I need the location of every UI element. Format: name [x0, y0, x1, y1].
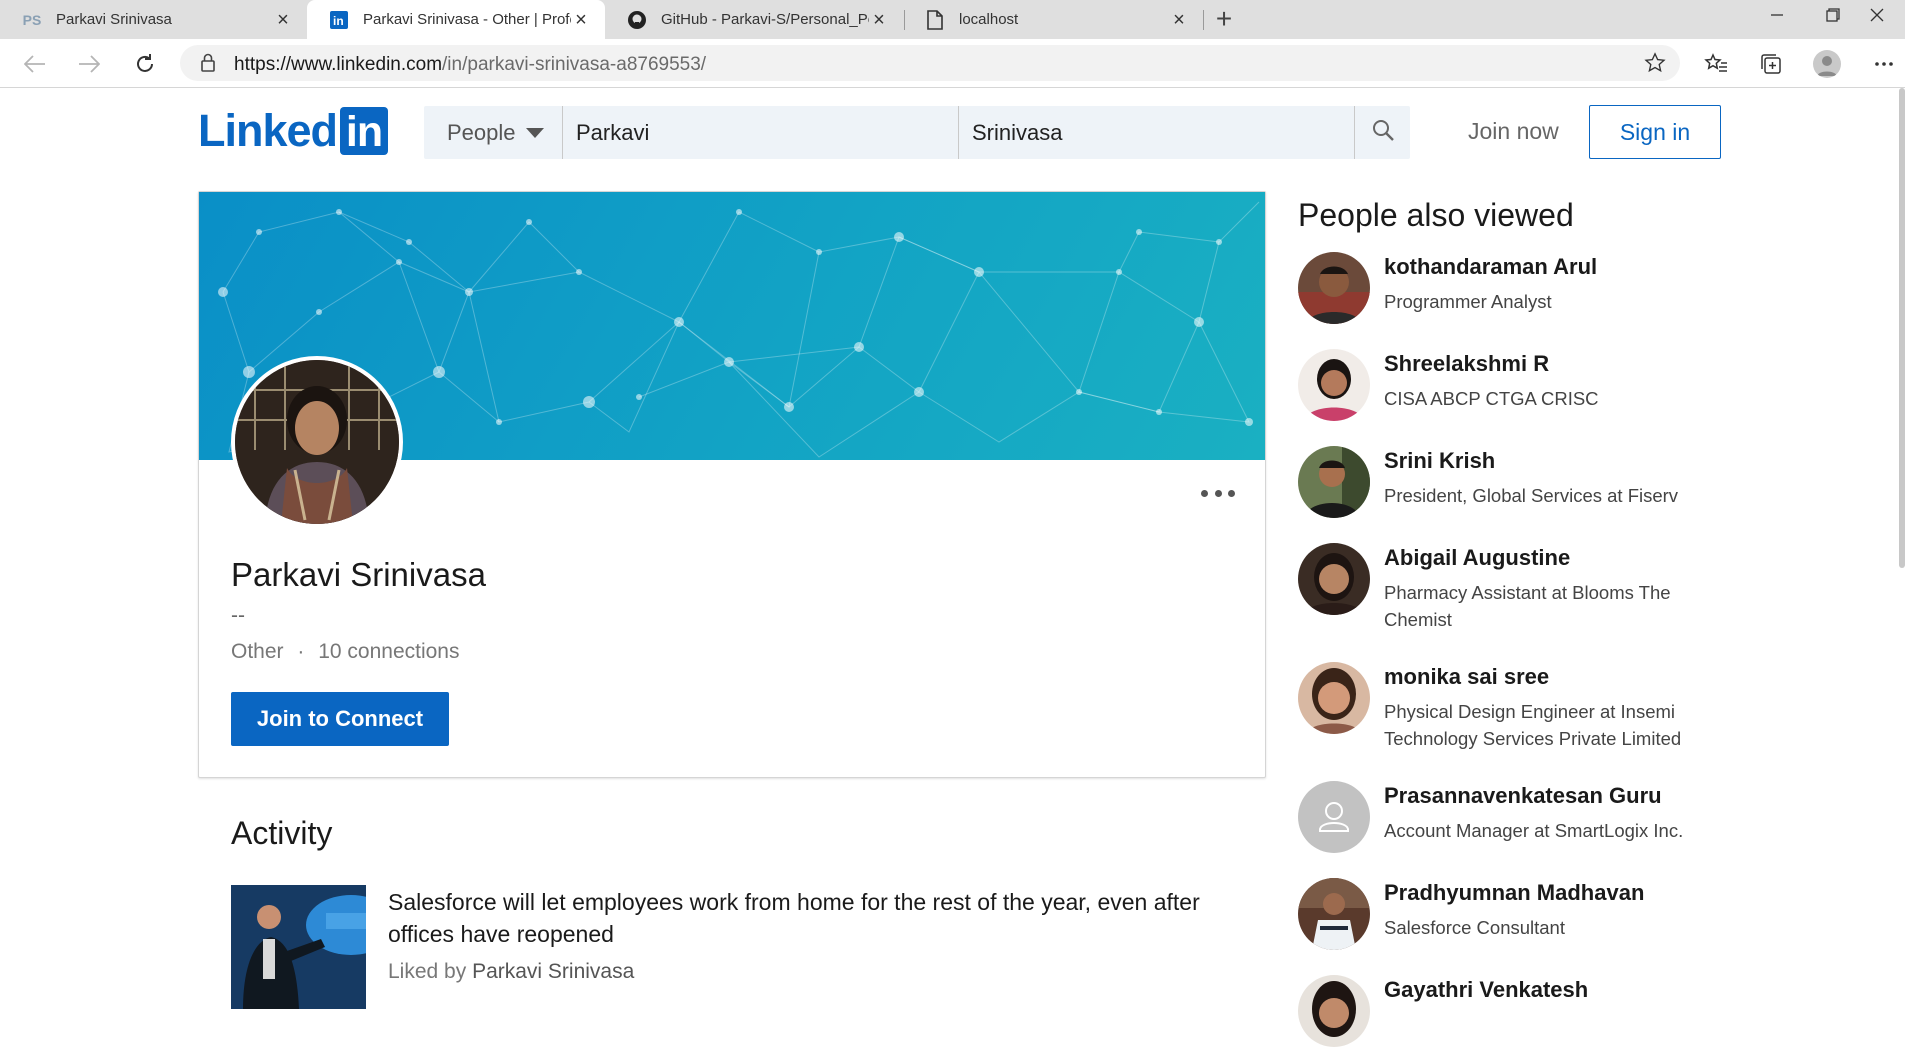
- person-name[interactable]: Pradhyumnan Madhavan: [1384, 880, 1644, 906]
- tab-title: GitHub - Parkavi-S/Personal_Portfolio: [661, 11, 869, 28]
- avatar[interactable]: [1298, 446, 1370, 518]
- browser-toolbar: https://www.linkedin.com/in/parkavi-srin…: [0, 39, 1905, 88]
- person-name[interactable]: monika sai sree: [1384, 664, 1549, 690]
- close-window-icon[interactable]: [1849, 0, 1905, 30]
- person-name[interactable]: Shreelakshmi R: [1384, 351, 1549, 377]
- browser-tab-strip: PS Parkavi Srinivasa × in Parkavi Sriniv…: [0, 0, 1905, 39]
- person-title: Account Manager at SmartLogix Inc.: [1384, 820, 1684, 841]
- profile-connections: 10 connections: [318, 640, 460, 663]
- avatar[interactable]: [1298, 878, 1370, 950]
- search-category-dropdown[interactable]: People: [424, 106, 563, 159]
- linkedin-icon: in: [329, 10, 349, 30]
- person-name[interactable]: kothandaraman Arul: [1384, 254, 1597, 280]
- more-actions-button[interactable]: [1201, 482, 1235, 504]
- meta-separator: ·: [297, 640, 305, 663]
- page-scrollbar[interactable]: [1899, 88, 1905, 568]
- new-tab-icon[interactable]: +: [1210, 5, 1238, 34]
- more-options-icon[interactable]: [1870, 50, 1898, 78]
- dot: [1214, 489, 1222, 497]
- logo-wordmark: Linked: [198, 105, 338, 156]
- post-liked-by: Liked by Parkavi Srinivasa: [388, 960, 634, 984]
- people-search-bar: People Parkavi Srinivasa: [424, 106, 1410, 159]
- logo-in-box: in: [340, 107, 389, 156]
- person-title: Programmer Analyst: [1384, 291, 1552, 312]
- avatar[interactable]: [1298, 252, 1370, 324]
- url-host: https://www.linkedin.com: [234, 54, 443, 75]
- person-title: Salesforce Consultant: [1384, 917, 1565, 938]
- sign-in-button[interactable]: Sign in: [1589, 105, 1721, 159]
- person-name[interactable]: Abigail Augustine: [1384, 545, 1570, 571]
- avatar[interactable]: [1298, 975, 1370, 1047]
- person-title: Physical Design Engineer at Insemi Techn…: [1384, 701, 1682, 749]
- tab-github[interactable]: GitHub - Parkavi-S/Personal_Portfolio ×: [605, 0, 903, 39]
- tab-title: Parkavi Srinivasa - Other | Professional…: [363, 11, 571, 28]
- activity-heading: Activity: [231, 815, 333, 851]
- people-also-viewed-heading: People also viewed: [1298, 197, 1574, 233]
- profile-photo[interactable]: [231, 356, 403, 528]
- favorites-icon[interactable]: [1702, 50, 1730, 78]
- liked-by-label: Liked by: [388, 960, 467, 983]
- avatar[interactable]: [1298, 662, 1370, 734]
- search-category-label: People: [447, 119, 516, 145]
- first-name-input[interactable]: Parkavi: [563, 106, 959, 159]
- close-icon[interactable]: ×: [1169, 10, 1189, 30]
- svg-text:in: in: [333, 14, 344, 28]
- last-name-input[interactable]: Srinivasa: [959, 106, 1355, 159]
- join-to-connect-button[interactable]: Join to Connect: [231, 692, 449, 746]
- back-arrow-icon[interactable]: [20, 49, 50, 79]
- close-icon[interactable]: ×: [571, 10, 591, 30]
- person-name[interactable]: Gayathri Venkatesh: [1384, 977, 1588, 1003]
- post-title-link[interactable]: Salesforce will let employees work from …: [388, 886, 1248, 950]
- tab-parkavi-portfolio[interactable]: PS Parkavi Srinivasa ×: [0, 0, 307, 39]
- minimize-icon[interactable]: [1749, 0, 1805, 30]
- refresh-icon[interactable]: [130, 49, 160, 79]
- caret-down-icon: [525, 127, 544, 138]
- person-title: CISA ABCP CTGA CRISC: [1384, 388, 1599, 409]
- address-bar[interactable]: https://www.linkedin.com/in/parkavi-srin…: [180, 45, 1680, 81]
- person-name[interactable]: Srini Krish: [1384, 448, 1495, 474]
- url-path: /in/parkavi-srinivasa-a8769553/: [442, 54, 707, 75]
- post-thumbnail[interactable]: [231, 885, 366, 1009]
- profile-card: Parkavi Srinivasa -- Other · 10 connecti…: [198, 191, 1266, 778]
- linkedin-logo[interactable]: Linked in: [198, 105, 389, 156]
- join-now-link[interactable]: Join now: [1468, 118, 1559, 145]
- search-icon: [1371, 118, 1395, 147]
- tab-title: Parkavi Srinivasa: [56, 11, 172, 28]
- tab-title: localhost: [959, 11, 1019, 28]
- collections-icon[interactable]: [1757, 50, 1785, 78]
- tab-linkedin-profile[interactable]: in Parkavi Srinivasa - Other | Professio…: [307, 0, 605, 39]
- favorite-star-icon[interactable]: [1644, 52, 1666, 79]
- tab-divider: [904, 10, 905, 30]
- close-icon[interactable]: ×: [869, 10, 889, 30]
- dot: [1201, 489, 1208, 497]
- url-text[interactable]: https://www.linkedin.com/in/parkavi-srin…: [234, 54, 706, 76]
- close-icon[interactable]: ×: [273, 10, 293, 30]
- tab-localhost[interactable]: localhost ×: [903, 0, 1203, 39]
- person-name[interactable]: Prasannavenkatesan Guru: [1384, 783, 1662, 809]
- document-icon: [925, 9, 945, 30]
- avatar-placeholder[interactable]: [1298, 781, 1370, 853]
- avatar[interactable]: [1298, 349, 1370, 421]
- ps-monogram-icon: PS: [22, 11, 42, 28]
- profile-name: Parkavi Srinivasa: [231, 556, 486, 593]
- liked-by-name[interactable]: Parkavi Srinivasa: [472, 960, 634, 983]
- profile-industry: Other: [231, 640, 284, 663]
- person-title: President, Global Services at Fiserv: [1384, 485, 1679, 506]
- tab-divider: [1203, 10, 1204, 30]
- github-icon: [627, 10, 647, 30]
- profile-avatar-icon[interactable]: [1813, 50, 1841, 78]
- avatar[interactable]: [1298, 543, 1370, 615]
- profile-meta: Other · 10 connections: [231, 640, 460, 664]
- lock-icon[interactable]: [200, 53, 216, 78]
- search-button[interactable]: [1355, 106, 1410, 159]
- profile-headline: --: [231, 604, 245, 627]
- forward-arrow-icon[interactable]: [74, 49, 104, 79]
- dot: [1228, 489, 1235, 497]
- person-title: Pharmacy Assistant at Blooms The Chemist: [1384, 582, 1671, 630]
